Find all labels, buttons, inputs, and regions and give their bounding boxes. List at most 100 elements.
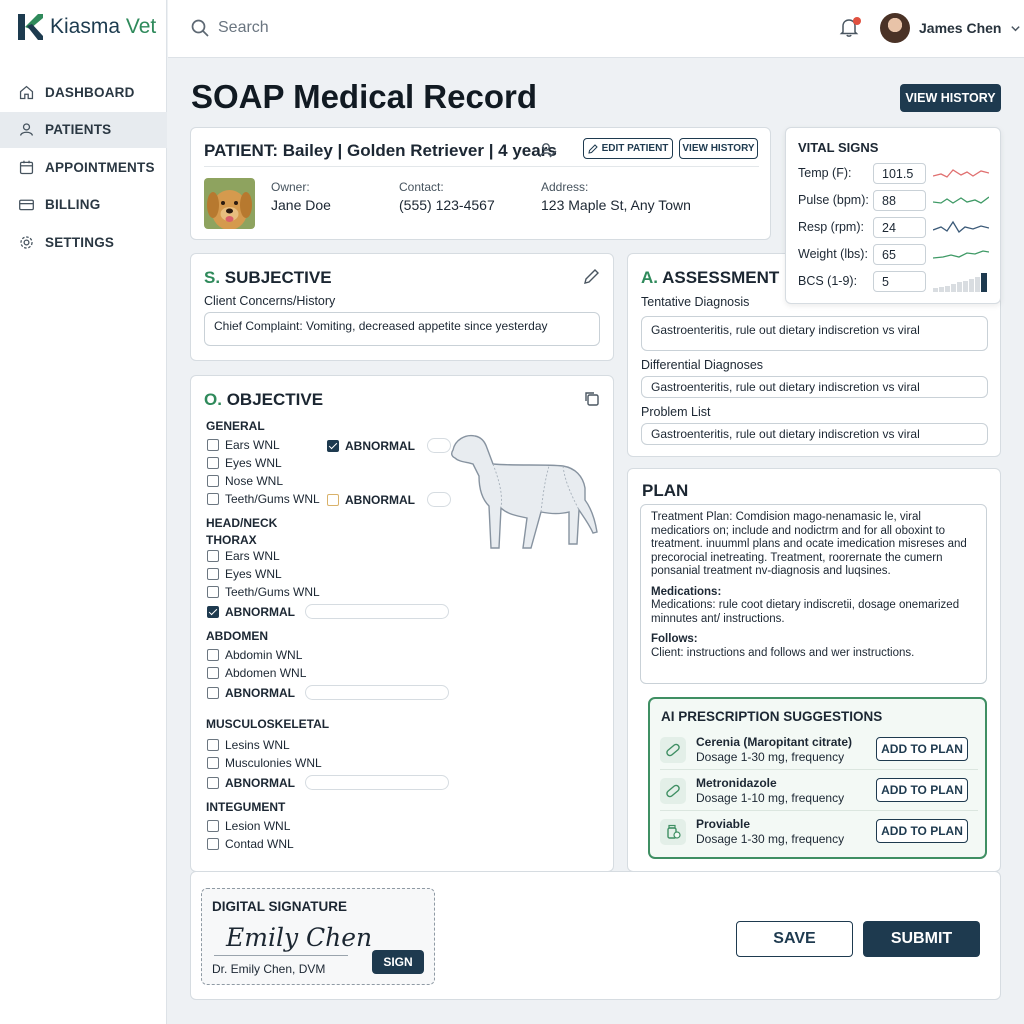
add-to-plan-button[interactable]: ADD TO PLAN (876, 737, 968, 761)
checkbox-row[interactable]: Musculonies WNL (207, 756, 322, 770)
sidebar-item-patients[interactable]: PATIENTS (0, 111, 167, 148)
abnormal-row[interactable]: ABNORMAL (327, 492, 451, 507)
checkbox-label: Abdomen WNL (225, 666, 307, 680)
vital-row-bcs: BCS (1-9): (798, 274, 857, 288)
checkbox-row[interactable]: Nose WNL (207, 474, 283, 488)
vital-label: Pulse (bpm): (798, 193, 869, 207)
search-input[interactable]: Search (218, 19, 269, 37)
checkbox-row[interactable]: Lesins WNL (207, 738, 290, 752)
sign-button[interactable]: SIGN (372, 950, 424, 974)
treatment-plan-field[interactable]: Treatment Plan: Comdision mago-nenamasic… (640, 504, 987, 684)
edit-user-icon[interactable] (538, 140, 558, 160)
abnormal-row[interactable]: ABNORMAL (207, 685, 449, 700)
ai-suggestions-title: AI PRESCRIPTION SUGGESTIONS (661, 709, 883, 724)
notification-dot (853, 17, 861, 25)
sidebar-item-appointments[interactable]: APPOINTMENTS (0, 149, 167, 185)
checkbox-row[interactable]: Abdomin WNL (207, 648, 302, 662)
signature-title: DIGITAL SIGNATURE (212, 899, 347, 914)
checkbox-row[interactable]: Abdomen WNL (207, 666, 306, 680)
checkbox[interactable] (207, 586, 219, 598)
checkbox[interactable] (207, 493, 219, 505)
pencil-icon[interactable] (583, 268, 600, 285)
checkbox-row[interactable]: Eyes WNL (207, 456, 282, 470)
digital-signature-box[interactable]: DIGITAL SIGNATURE Emily Chen Dr. Emily C… (201, 888, 435, 985)
notifications-button[interactable] (838, 16, 862, 40)
checkbox[interactable] (207, 457, 219, 469)
add-to-plan-button[interactable]: ADD TO PLAN (876, 778, 968, 802)
subjective-title: S. SUBJECTIVE (204, 268, 332, 287)
add-to-plan-button[interactable]: ADD TO PLAN (876, 819, 968, 843)
checkbox[interactable] (207, 605, 219, 618)
tentative-diagnosis-field[interactable]: Gastroenteritis, rule out dietary indisc… (641, 316, 988, 351)
objective-title: O. OBJECTIVE (204, 390, 324, 409)
checkbox[interactable] (207, 838, 219, 850)
checkbox[interactable] (207, 757, 219, 769)
checkbox[interactable] (207, 439, 219, 451)
checkbox-row[interactable]: Ears WNL (207, 549, 280, 563)
checkbox-label: Contad WNL (225, 837, 294, 851)
checkbox-label: ABNORMAL (225, 685, 295, 700)
edit-patient-button[interactable]: EDIT PATIENT (583, 138, 673, 159)
patient-card: PATIENT: Bailey | Golden Retriever | 4 y… (190, 127, 771, 240)
checkbox-label: Lesion WNL (225, 819, 291, 833)
submit-button[interactable]: SUBMIT (863, 921, 980, 957)
abnormal-row[interactable]: ABNORMAL (207, 775, 449, 790)
bcs-field[interactable]: 5 (873, 271, 926, 292)
checkbox[interactable] (207, 550, 219, 562)
thorax-group-title: THORAX (206, 533, 257, 547)
sidebar-item-dashboard[interactable]: DASHBOARD (0, 74, 167, 110)
pulse-field[interactable]: 88 (873, 190, 926, 211)
differential-label: Differential Diagnoses (641, 358, 764, 372)
checkbox-label: Musculonies WNL (225, 756, 322, 770)
checkbox-row[interactable]: Teeth/Gums WNL (207, 585, 320, 599)
weight-field[interactable]: 65 (873, 244, 926, 265)
sidebar-item-billing[interactable]: BILLING (0, 187, 167, 223)
abnormal-row[interactable]: ABNORMAL (207, 604, 449, 619)
save-button[interactable]: SAVE (736, 921, 853, 957)
checkbox-label: Eyes WNL (225, 456, 282, 470)
edit-patient-label: EDIT PATIENT (601, 143, 669, 154)
checkbox[interactable] (327, 439, 339, 452)
checkbox[interactable] (207, 686, 219, 699)
app-name: Kiasma Vet (50, 15, 157, 38)
checkbox-row[interactable]: Lesion WNL (207, 819, 290, 833)
user-menu[interactable]: James Chen (880, 13, 1021, 43)
abnormal-note-field[interactable] (305, 685, 449, 700)
app-logo[interactable]: Kiasma Vet (16, 12, 156, 42)
differential-field[interactable]: Gastroenteritis, rule out dietary indisc… (641, 376, 988, 398)
sidebar-item-label: APPOINTMENTS (45, 159, 155, 175)
copy-icon[interactable] (583, 390, 600, 407)
owner-value: Jane Doe (271, 197, 331, 213)
checkbox[interactable] (207, 649, 219, 661)
problem-list-label: Problem List (641, 405, 711, 419)
checkbox-row[interactable]: Teeth/Gums WNL (207, 492, 320, 506)
patient-view-history-button[interactable]: VIEW HISTORY (679, 138, 758, 159)
checkbox-row[interactable]: Contad WNL (207, 837, 294, 851)
abnormal-note-field[interactable] (305, 775, 449, 790)
resp-field[interactable]: 24 (873, 217, 926, 238)
user-name: James Chen (919, 20, 1002, 36)
checkbox-row[interactable]: Ears WNL (207, 438, 280, 452)
search-bar[interactable]: Search (190, 18, 269, 38)
checkbox-row[interactable]: Eyes WNL (207, 567, 282, 581)
temp-field[interactable]: 101.5 (873, 163, 926, 184)
weight-sparkline (933, 250, 989, 259)
checkbox[interactable] (207, 776, 219, 789)
checkbox[interactable] (207, 820, 219, 832)
abnormal-note-field[interactable] (305, 604, 449, 619)
rx-name: Proviable (696, 817, 751, 831)
sidebar-item-settings[interactable]: SETTINGS (0, 224, 167, 260)
abnormal-row[interactable]: ABNORMAL (327, 438, 451, 453)
checkbox[interactable] (327, 493, 339, 506)
checkbox-label: Nose WNL (225, 474, 284, 488)
checkbox[interactable] (207, 739, 219, 751)
checkbox[interactable] (207, 475, 219, 487)
client-concerns-field[interactable]: Chief Complaint: Vomiting, decreased app… (204, 312, 600, 346)
checkbox[interactable] (207, 667, 219, 679)
signature-line (214, 955, 348, 956)
view-history-button[interactable]: VIEW HISTORY (900, 84, 1001, 112)
dog-diagram (451, 434, 598, 549)
problem-list-field[interactable]: Gastroenteritis, rule out dietary indisc… (641, 423, 988, 445)
checkbox[interactable] (207, 568, 219, 580)
rx-dosage: Dosage 1-30 mg, frequency (696, 832, 845, 846)
